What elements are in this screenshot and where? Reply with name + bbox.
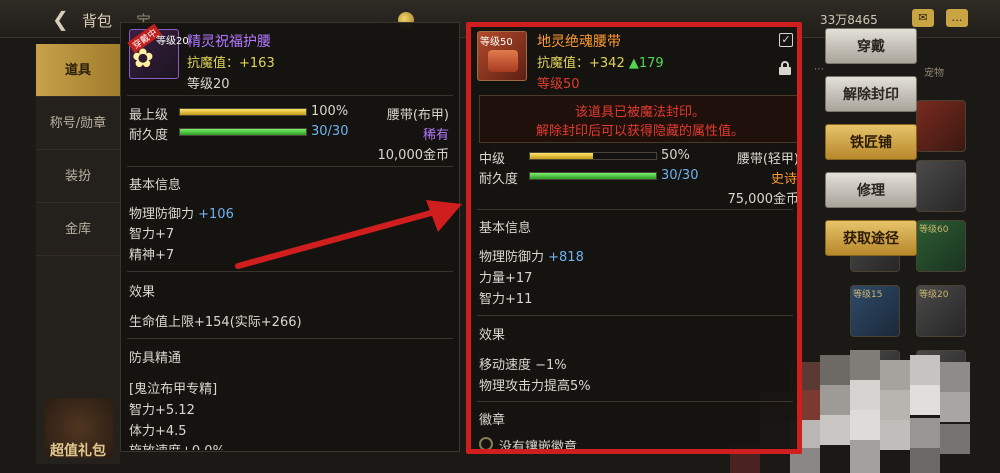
rarity: 史诗: [770, 172, 797, 187]
divider: [127, 95, 453, 96]
divider: [127, 166, 453, 167]
divider: [127, 338, 453, 339]
section-basic-title: 基本信息: [479, 221, 532, 236]
compare-item-tooltip: 等级50 地灵绝魂腰带 抗魔值：+342 ▲179 等级50 ✓ 该道具已被魔法…: [470, 26, 800, 450]
promo-label[interactable]: 超值礼包: [50, 440, 106, 460]
obtain-source-button[interactable]: 获取途径: [825, 220, 917, 256]
item-name: 地灵绝魂腰带: [537, 34, 621, 50]
stat-value: +818: [548, 250, 584, 265]
slot-level-tag: 等级20: [919, 290, 949, 300]
grade-percent: 100%: [311, 104, 349, 119]
level-text: 等级50: [537, 77, 580, 92]
grade-bar: [529, 152, 657, 160]
nav-item-avatar[interactable]: 装扮: [36, 150, 120, 203]
durability-label: 耐久度: [479, 172, 519, 187]
sealed-line: 解除封印后可以获得隐藏的属性值。: [535, 124, 744, 139]
slot-type: 腰带(布甲): [386, 108, 449, 123]
slot-level-tag: 等级60: [919, 225, 949, 235]
durability-value: 30/30: [311, 124, 349, 139]
durability-label: 耐久度: [129, 128, 169, 143]
annotation-arrow: [235, 200, 462, 269]
page-title: 背包: [82, 12, 113, 30]
inventory-slot[interactable]: 等级60: [916, 220, 966, 272]
stat-line: 精神+7: [129, 248, 175, 263]
item-icon-belt: 等级50: [477, 31, 527, 81]
gold-amount: 33万8465: [820, 13, 878, 27]
stat-line: 物理防御力 +106: [129, 203, 234, 222]
section-effect-title: 效果: [479, 328, 506, 343]
mail-icon[interactable]: ✉: [912, 9, 934, 27]
inventory-slot[interactable]: [916, 160, 966, 212]
nav-item-items[interactable]: 道具: [36, 44, 120, 97]
sealed-line: 该道具已被魔法封印。: [574, 105, 705, 120]
inventory-slot[interactable]: 等级20: [916, 285, 966, 337]
stat-value: +106: [198, 207, 234, 222]
chat-icon[interactable]: …: [946, 9, 968, 27]
stat-line: 智力+11: [479, 292, 533, 307]
effect-line: 生命值上限+154(实际+266): [129, 315, 302, 330]
checkbox-icon[interactable]: ✓: [779, 33, 793, 47]
durability-value: 30/30: [661, 168, 699, 183]
inventory-slot[interactable]: 等级15: [850, 285, 900, 337]
stat-line: 力量+17: [479, 271, 533, 286]
divider: [477, 401, 793, 402]
item-name: 精灵祝福护腰: [187, 34, 271, 50]
unseal-button[interactable]: 解除封印: [825, 76, 917, 112]
inventory-slot[interactable]: [916, 100, 966, 152]
section-effect-title: 效果: [129, 285, 156, 300]
emblem-text: 没有镶嵌徽章: [499, 440, 578, 450]
durability-bar: [179, 128, 307, 136]
stat-line: 智力+7: [129, 227, 175, 242]
rarity: 稀有: [422, 128, 449, 143]
resist-label: 抗魔值：: [187, 56, 240, 71]
price: 10,000金币: [377, 148, 450, 163]
item-icon-flower: ✿ 穿戴中 等级20: [127, 23, 189, 79]
stat-label: 物理防御力: [129, 207, 199, 222]
section-emblem-title: 徽章: [479, 413, 506, 428]
slot-level-tag: 等级15: [853, 290, 883, 300]
sealed-notice: 该道具已被魔法封印。 解除封印后可以获得隐藏的属性值。: [479, 95, 799, 143]
grade-percent: 50%: [661, 148, 690, 163]
emblem-slot-icon: [479, 437, 493, 449]
item-level-badge: 等级50: [480, 37, 513, 48]
blacksmith-button[interactable]: 铁匠铺: [825, 124, 917, 160]
nav-item-titles[interactable]: 称号/勋章: [36, 97, 120, 150]
equip-button[interactable]: 穿戴: [825, 28, 917, 64]
section-basic-title: 基本信息: [129, 178, 182, 193]
back-arrow-icon[interactable]: ❮: [52, 8, 74, 30]
stat-line: 物理防御力 +818: [479, 246, 584, 265]
repair-button[interactable]: 修理: [825, 172, 917, 208]
belt-icon: [488, 50, 518, 72]
item-level-badge: 等级20: [156, 36, 189, 47]
mastery-line: [鬼泣布甲专精]: [129, 382, 218, 397]
resist-value: +163: [239, 56, 275, 71]
level-text: 等级20: [187, 77, 230, 92]
section-mastery-title: 防具精通: [129, 351, 182, 366]
price: 75,000金币: [727, 192, 800, 207]
grade-bar: [179, 108, 307, 116]
effect-line: 物理攻击力提高5%: [479, 379, 591, 394]
lock-icon: [779, 61, 791, 75]
durability-bar: [529, 172, 657, 180]
effect-line: 移动速度 −1%: [479, 358, 567, 373]
grid-tab[interactable]: ⋯: [814, 64, 824, 75]
resist-stat: 抗魔值：+342 ▲179: [537, 52, 664, 71]
grid-tab-pets[interactable]: 宠物: [924, 64, 944, 79]
nav-item-vault[interactable]: 金库: [36, 203, 120, 256]
slot-type: 腰带(轻甲): [736, 152, 799, 167]
grade-label: 中级: [479, 152, 506, 167]
resist-value: +342: [589, 56, 625, 71]
resist-delta: ▲179: [628, 56, 664, 71]
divider: [477, 315, 793, 316]
mastery-line: 智力+5.12: [129, 403, 195, 418]
grade-label: 最上级: [129, 108, 169, 123]
resist-stat: 抗魔值：+163: [187, 52, 275, 71]
mastery-line: 体力+4.5: [129, 424, 187, 439]
divider: [477, 209, 793, 210]
resist-label: 抗魔值：: [537, 56, 590, 71]
mastery-line: 施放速度+0.0%: [129, 440, 225, 450]
stat-label: 物理防御力: [479, 250, 549, 265]
